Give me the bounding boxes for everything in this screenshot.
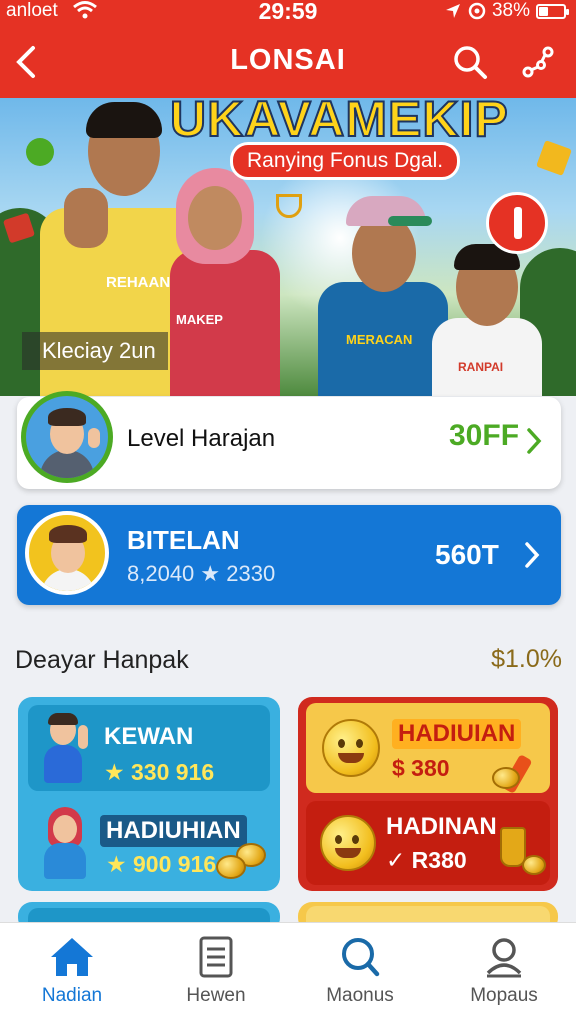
section-right-value[interactable]: $1.0% [491, 645, 562, 674]
reward-label: HADIUHIAN [100, 815, 247, 847]
chevron-right-icon [527, 428, 542, 454]
level-card[interactable]: Level Harajan 30FF [17, 391, 561, 489]
search-icon [342, 938, 380, 977]
sticker-green-face [26, 138, 54, 166]
hero-banner[interactable]: REHAAN MAKEP MERACAN RANPAI UKAVAMEKIP R… [0, 98, 576, 396]
nav-item-document[interactable]: Hewen [144, 923, 288, 1024]
bottom-nav: Nadian Hewen Maonus Mopaus [0, 922, 576, 1024]
level-label: Level Harajan [127, 425, 276, 452]
reward-value: ✓ R380 [386, 847, 467, 873]
shirt-text-1: REHAAN [106, 274, 171, 291]
hero-caption: Kleciay 2un [22, 332, 168, 370]
document-icon [199, 936, 233, 978]
reward-tile[interactable]: KEWAN ★ 330 916 [28, 705, 270, 791]
reward-label: HADINAN [386, 813, 497, 840]
user-value: 560T [435, 539, 499, 570]
hand-peace-1 [64, 188, 108, 248]
alarm-icon [468, 2, 486, 20]
user-card[interactable]: BITELAN 8,2040 ★ 2330 560T [17, 505, 561, 605]
search-button[interactable] [448, 40, 492, 84]
person-hijab-icon [38, 807, 94, 881]
chevron-right-icon [525, 542, 540, 568]
battery-icon [536, 3, 569, 19]
coin-icon [522, 855, 546, 875]
user-avatar [25, 511, 109, 595]
hero-title: UKAVAMEKIP [169, 98, 509, 148]
reward-value: ★ 900 916 [106, 851, 217, 877]
smiley-coin-icon [322, 719, 380, 777]
location-icon [445, 4, 460, 18]
section-title: Deayar Hanpak [15, 646, 189, 674]
user-stats: 8,2040 ★ 2330 [127, 561, 276, 586]
reward-value: $ 380 [392, 755, 450, 781]
kid-white-shirt: RANPAI [432, 244, 542, 396]
nav-item-home[interactable]: Nadian [0, 923, 144, 1024]
home-icon [51, 938, 93, 976]
reward-group-red: HADIUIAN $ 380 HADINAN ✓ R380 [298, 697, 558, 891]
share-button[interactable] [516, 40, 560, 84]
nav-label: Nadian [41, 985, 103, 1006]
profile-icon [486, 938, 522, 978]
reward-tile[interactable]: HADIUHIAN ★ 900 916 [28, 803, 270, 885]
level-value: 30FF [449, 419, 520, 452]
status-right: 38% [444, 0, 569, 22]
app-header: anloet 29:59 38% LONSAI [0, 0, 576, 98]
reward-tile[interactable]: HADINAN ✓ R380 [306, 801, 550, 885]
reward-group-blue: KEWAN ★ 330 916 HADIUHIAN ★ 900 916 [18, 697, 280, 891]
nav-label: Maonus [326, 985, 394, 1006]
reward-label: KEWAN [104, 723, 194, 750]
smiley-coin-icon [320, 815, 376, 871]
coin-icon [492, 767, 520, 789]
shirt-text-4: RANPAI [458, 360, 504, 374]
battery-percent: 38% [491, 0, 530, 21]
user-name: BITELAN [127, 525, 240, 555]
reward-label: HADIUIAN [392, 719, 522, 749]
nav-label: Hewen [186, 985, 246, 1006]
shirt-text-2: MAKEP [176, 312, 223, 327]
reward-value: ★ 330 916 [104, 759, 215, 785]
coin-icon [216, 855, 246, 879]
kid-blue-shirt: MERACAN [318, 190, 448, 396]
shirt-text-3: MERACAN [346, 332, 413, 347]
nav-label: Mopaus [470, 985, 538, 1006]
level-avatar [21, 391, 113, 483]
status-bar: anloet 29:59 38% [0, 0, 576, 26]
hero-subtitle: Ranying Fonus Dgal. [230, 142, 461, 180]
share-icon [522, 46, 554, 78]
nav-item-profile[interactable]: Mopaus [432, 923, 576, 1024]
badge-stamp-icon [486, 192, 548, 254]
sticker-yellow-box [536, 140, 572, 176]
reward-tile[interactable]: HADIUIAN $ 380 [306, 703, 550, 794]
person-waving-icon [38, 713, 90, 785]
kid-pink-hijab: MAKEP [170, 158, 280, 396]
search-icon [454, 46, 487, 79]
nav-item-search[interactable]: Maonus [288, 923, 432, 1024]
